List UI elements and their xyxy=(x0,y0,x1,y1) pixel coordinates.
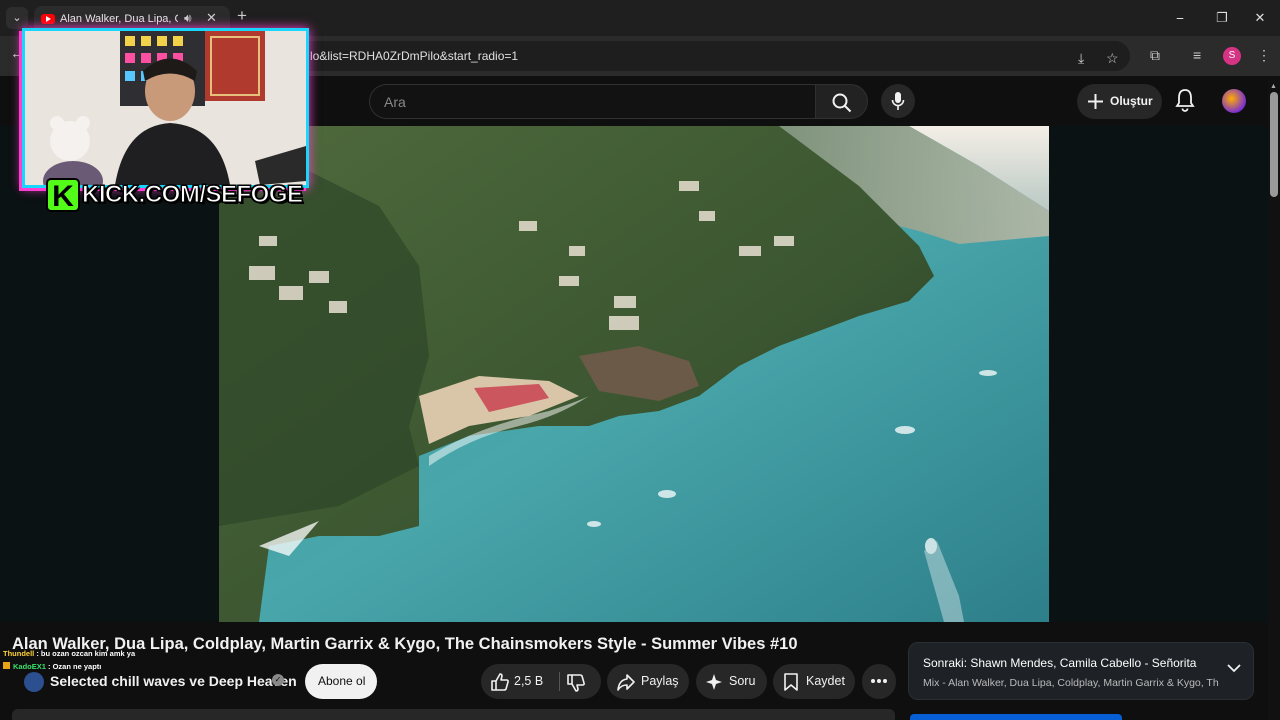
kick-url: KICK.COM/SEFOGE xyxy=(82,181,304,209)
thumbs-up-icon[interactable] xyxy=(490,672,510,692)
up-next-video: Shawn Mendes, Camila Cabello - Señorita xyxy=(967,656,1197,670)
chat-text: : Ozan ne yaptı xyxy=(45,662,102,671)
playlist-progress-strip xyxy=(910,714,1122,720)
extensions-puzzle-icon[interactable]: ⧉ xyxy=(1150,47,1160,64)
microphone-icon xyxy=(891,92,905,110)
install-app-icon[interactable]: ⤓ xyxy=(1078,50,1084,67)
share-arrow-icon xyxy=(617,674,635,691)
close-window-button[interactable]: ✕ xyxy=(1240,6,1280,30)
sparkle-icon xyxy=(706,674,722,690)
like-divider xyxy=(559,672,560,691)
more-vertical-icon[interactable]: ⋮ xyxy=(1257,47,1271,64)
up-next-title: Sonraki: Shawn Mendes, Camila Cabello - … xyxy=(923,656,1196,670)
like-dislike-group: 2,5 B xyxy=(481,664,601,699)
search-placeholder: Ara xyxy=(384,94,406,110)
scrollbar-thumb[interactable] xyxy=(1270,92,1278,197)
scroll-up-arrow-icon[interactable]: ▲ xyxy=(1270,83,1277,90)
description-box[interactable] xyxy=(12,709,895,720)
search-button[interactable] xyxy=(815,84,868,119)
bookmark-icon xyxy=(784,673,798,691)
plus-icon xyxy=(1088,94,1103,109)
notifications-bell-icon[interactable] xyxy=(1175,88,1195,112)
webcam-overlay xyxy=(22,28,309,188)
tab-close-icon[interactable]: ✕ xyxy=(206,10,217,26)
save-button[interactable]: Kaydet xyxy=(773,664,855,699)
more-actions-button[interactable] xyxy=(862,664,896,699)
share-button[interactable]: Paylaş xyxy=(607,664,689,699)
ask-button[interactable]: Soru xyxy=(696,664,767,699)
like-count[interactable]: 2,5 B xyxy=(514,674,543,688)
subscribe-button[interactable]: Abone ol xyxy=(305,664,377,699)
save-label: Kaydet xyxy=(806,674,845,688)
speaker-icon[interactable]: 🔊︎ xyxy=(184,11,192,26)
search-input[interactable]: Ara xyxy=(369,84,816,119)
up-next-card[interactable]: Sonraki: Shawn Mendes, Camila Cabello - … xyxy=(908,642,1254,700)
chat-username: KadoEX1 xyxy=(13,662,46,671)
minimize-button[interactable]: ⎯ xyxy=(1160,6,1200,30)
voice-search-button[interactable] xyxy=(881,84,915,118)
up-next-prefix: Sonraki: xyxy=(923,656,968,670)
channel-name[interactable]: Selected chill waves ve Deep Heaven xyxy=(50,673,297,689)
more-horizontal-icon xyxy=(871,679,887,683)
profile-avatar[interactable]: S xyxy=(1223,47,1241,65)
youtube-favicon-icon xyxy=(41,14,55,24)
kick-logo: K xyxy=(46,178,80,213)
create-button[interactable]: Oluştur xyxy=(1077,84,1162,119)
chat-badge-icon xyxy=(3,662,10,669)
ask-label: Soru xyxy=(729,674,756,688)
video-frame[interactable] xyxy=(219,126,1049,622)
channel-avatar[interactable] xyxy=(24,672,44,692)
tab-search-chevron-icon[interactable]: ⌄ xyxy=(6,7,28,29)
chat-text: : bu ozan ozcan kim amk ya xyxy=(34,649,136,658)
streamer-webcam-image xyxy=(25,31,306,185)
restore-button[interactable]: ❐ xyxy=(1202,6,1242,30)
share-label: Paylaş xyxy=(641,674,679,688)
page-scrollbar[interactable]: ▲ xyxy=(1268,80,1280,720)
chat-username: Thundell xyxy=(3,649,35,658)
search-icon xyxy=(832,93,852,113)
create-label: Oluştur xyxy=(1110,94,1153,108)
tab-title: Alan Walker, Dua Lipa, Cold xyxy=(60,13,178,25)
new-tab-button[interactable]: + xyxy=(237,6,247,26)
bookmark-star-icon[interactable]: ☆ xyxy=(1106,50,1119,67)
address-bar[interactable]: lo&list=RDHA0ZrDmPilo&start_radio=1 ⤓ ☆ xyxy=(290,41,1130,71)
thumbs-down-icon[interactable] xyxy=(566,673,586,693)
verified-check-icon: ✓ xyxy=(272,674,284,686)
url-text[interactable]: lo&list=RDHA0ZrDmPilo&start_radio=1 xyxy=(310,49,518,63)
kick-channel-badge: K KICK.COM/SEFOGE xyxy=(46,176,304,214)
chevron-down-icon[interactable] xyxy=(1227,663,1241,673)
chat-message: Thundell : bu ozan ozcan kim amk ya xyxy=(3,649,135,658)
media-queue-icon[interactable]: ≡ xyxy=(1193,47,1201,63)
up-next-subtitle: Mix - Alan Walker, Dua Lipa, Coldplay, M… xyxy=(923,677,1219,689)
chat-message: KadoEX1 : Ozan ne yaptı xyxy=(3,662,101,671)
coastline-video-image xyxy=(219,126,1049,622)
subscribe-label: Abone ol xyxy=(318,674,366,688)
account-avatar[interactable] xyxy=(1222,89,1246,113)
